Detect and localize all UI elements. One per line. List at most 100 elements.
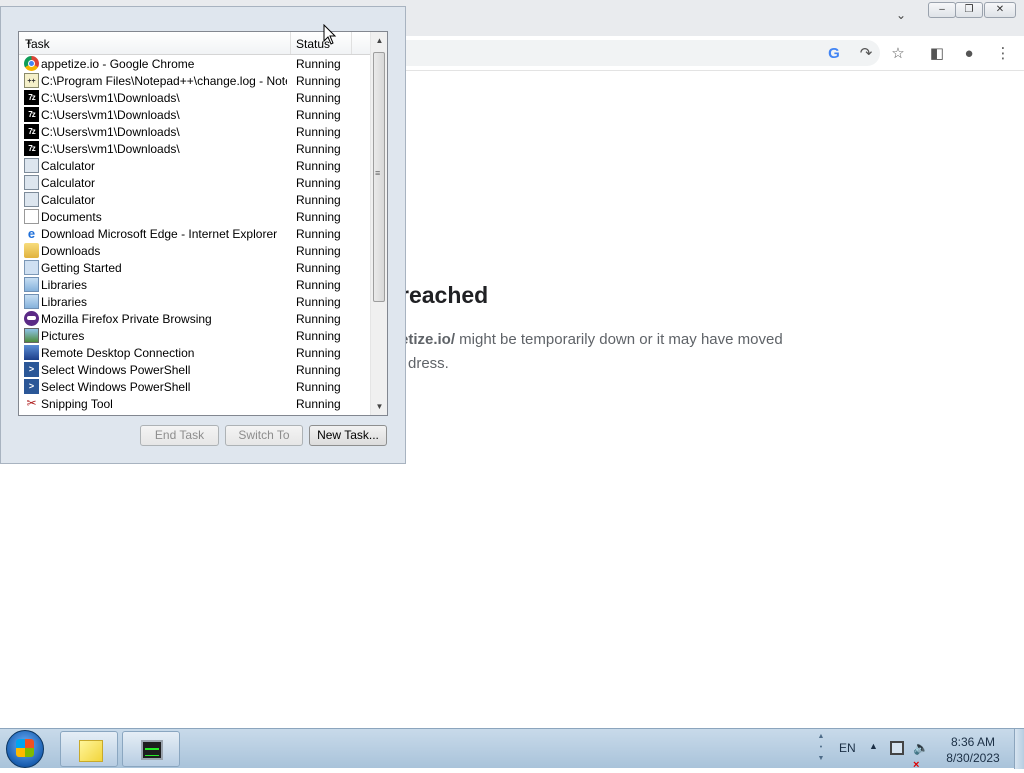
side-panel-icon[interactable]: ◧ bbox=[927, 44, 947, 64]
scroll-thumb[interactable] bbox=[373, 52, 385, 302]
task-name: Select Windows PowerShell bbox=[41, 380, 191, 394]
task-name: C:\Users\vm1\Downloads\ bbox=[41, 108, 180, 122]
task-name: Getting Started bbox=[41, 261, 122, 275]
task-row[interactable]: 7z C:\Users\vm1\Downloads\ Running bbox=[19, 89, 370, 106]
scroll-up-arrow-icon[interactable]: ▲ bbox=[371, 32, 387, 49]
task-status: Running bbox=[296, 261, 341, 275]
task-row[interactable]: ✂ Snipping Tool Running bbox=[19, 395, 370, 412]
task-row[interactable]: Calculator Running bbox=[19, 191, 370, 208]
new-task-button[interactable]: New Task... bbox=[309, 425, 387, 446]
7zip-icon: 7z bbox=[24, 124, 39, 139]
task-status: Running bbox=[296, 295, 341, 309]
task-status: Running bbox=[296, 176, 341, 190]
notepad-plus-plus-icon: ++ bbox=[24, 73, 39, 88]
task-status: Running bbox=[296, 346, 341, 360]
task-row[interactable]: > Select Windows PowerShell Running bbox=[19, 378, 370, 395]
task-manager-icon bbox=[141, 740, 163, 760]
task-name: C:\Program Files\Notepad++\change.log - … bbox=[41, 74, 287, 88]
taskbar-sticky-notes[interactable] bbox=[60, 731, 118, 767]
task-name: Snipping Tool bbox=[41, 397, 113, 411]
volume-muted-icon[interactable]: 🔈× bbox=[913, 740, 931, 771]
error-message-text: might be temporarily down or it may have… bbox=[455, 331, 783, 348]
task-row[interactable]: 7z C:\Users\vm1\Downloads\ Running bbox=[19, 123, 370, 140]
task-name: Download Microsoft Edge - Internet Explo… bbox=[41, 227, 278, 241]
tray-scroll-icon[interactable]: ▲ • ▼ bbox=[815, 731, 827, 765]
menu-kebab-icon[interactable]: ⋮ bbox=[993, 44, 1013, 64]
scroll-down-arrow-icon[interactable]: ▼ bbox=[371, 398, 387, 415]
calculator-icon bbox=[24, 192, 39, 207]
task-row[interactable]: Libraries Running bbox=[19, 293, 370, 310]
task-status: Running bbox=[296, 380, 341, 394]
chrome-icon bbox=[24, 56, 39, 71]
list-header: ▲ Task Status bbox=[19, 32, 370, 55]
task-row[interactable]: Calculator Running bbox=[19, 174, 370, 191]
folder-icon bbox=[24, 243, 39, 258]
task-status: Running bbox=[296, 125, 341, 139]
task-row[interactable]: > Select Windows PowerShell Running bbox=[19, 361, 370, 378]
libraries-icon bbox=[24, 294, 39, 309]
task-row[interactable]: Mozilla Firefox Private Browsing Running bbox=[19, 310, 370, 327]
show-hidden-icons-icon[interactable]: ▲ bbox=[869, 741, 878, 751]
taskbar: ▲ • ▼ EN ▲ 🔈× 8:36 AM 8/30/2023 bbox=[0, 728, 1024, 771]
show-desktop-button[interactable] bbox=[1014, 729, 1024, 769]
7zip-icon: 7z bbox=[24, 141, 39, 156]
pictures-icon bbox=[24, 328, 39, 343]
mouse-cursor-icon bbox=[323, 24, 337, 45]
task-status: Running bbox=[296, 142, 341, 156]
task-name: Libraries bbox=[41, 295, 88, 309]
task-status: Running bbox=[296, 278, 341, 292]
task-row[interactable]: appetize.io - Google Chrome Running bbox=[19, 55, 370, 72]
task-row[interactable]: Downloads Running bbox=[19, 242, 370, 259]
task-row[interactable]: ++ C:\Program Files\Notepad++\change.log … bbox=[19, 72, 370, 89]
switch-to-button[interactable]: Switch To bbox=[225, 425, 303, 446]
clock-date: 8/30/2023 bbox=[946, 751, 1000, 765]
sticky-notes-icon bbox=[79, 740, 103, 762]
task-row[interactable]: 7z C:\Users\vm1\Downloads\ Running bbox=[19, 140, 370, 157]
end-task-button[interactable]: End Task bbox=[140, 425, 219, 446]
task-row[interactable]: 7z C:\Users\vm1\Downloads\ Running bbox=[19, 106, 370, 123]
taskbar-task-manager[interactable] bbox=[122, 731, 180, 767]
close-button[interactable]: ✕ bbox=[984, 2, 1016, 18]
task-name: C:\Users\vm1\Downloads\ bbox=[41, 142, 180, 156]
profile-avatar-icon[interactable]: ● bbox=[959, 44, 979, 64]
minimize-button[interactable]: – bbox=[928, 2, 956, 18]
tab-search-dropdown-icon[interactable]: ⌄ bbox=[896, 8, 914, 24]
vertical-scrollbar[interactable]: ▲ ▼ bbox=[370, 32, 387, 415]
task-status: Running bbox=[296, 244, 341, 258]
calculator-icon bbox=[24, 175, 39, 190]
network-icon[interactable] bbox=[890, 741, 904, 755]
task-row[interactable]: Getting Started Running bbox=[19, 259, 370, 276]
powershell-icon: > bbox=[24, 362, 39, 377]
task-name: Documents bbox=[41, 210, 102, 224]
task-row[interactable]: Calculator Running bbox=[19, 157, 370, 174]
firefox-private-icon bbox=[24, 311, 39, 326]
task-name: Mozilla Firefox Private Browsing bbox=[41, 312, 212, 326]
task-status: Running bbox=[296, 363, 341, 377]
language-indicator[interactable]: EN bbox=[839, 741, 856, 755]
task-row[interactable]: Documents Running bbox=[19, 208, 370, 225]
task-status: Running bbox=[296, 193, 341, 207]
system-clock[interactable]: 8:36 AM 8/30/2023 bbox=[938, 734, 1008, 766]
task-row[interactable]: Libraries Running bbox=[19, 276, 370, 293]
task-name: C:\Users\vm1\Downloads\ bbox=[41, 125, 180, 139]
google-lens-icon[interactable]: G bbox=[824, 44, 844, 64]
task-row[interactable]: e Download Microsoft Edge - Internet Expl… bbox=[19, 225, 370, 242]
share-icon[interactable]: ↷ bbox=[856, 44, 876, 64]
restore-button[interactable]: ❐ bbox=[955, 2, 983, 18]
task-name: Downloads bbox=[41, 244, 101, 258]
task-row[interactable]: Pictures Running bbox=[19, 327, 370, 344]
windows-logo-icon bbox=[16, 739, 34, 757]
bookmark-star-icon[interactable]: ☆ bbox=[888, 44, 908, 64]
start-button[interactable] bbox=[6, 730, 44, 768]
task-status: Running bbox=[296, 108, 341, 122]
task-row[interactable]: Remote Desktop Connection Running bbox=[19, 344, 370, 361]
task-list[interactable]: ▲ Task Status appetize.io - Google Chrom… bbox=[18, 31, 388, 416]
task-name: appetize.io - Google Chrome bbox=[41, 57, 195, 71]
task-status: Running bbox=[296, 210, 341, 224]
task-status: Running bbox=[296, 329, 341, 343]
column-header-task[interactable]: ▲ Task bbox=[19, 32, 291, 54]
column-header-status[interactable]: Status bbox=[291, 32, 352, 54]
error-message: etize.io/ might be temporarily down or i… bbox=[400, 331, 783, 348]
getting-started-icon bbox=[24, 260, 39, 275]
calculator-icon bbox=[24, 158, 39, 173]
